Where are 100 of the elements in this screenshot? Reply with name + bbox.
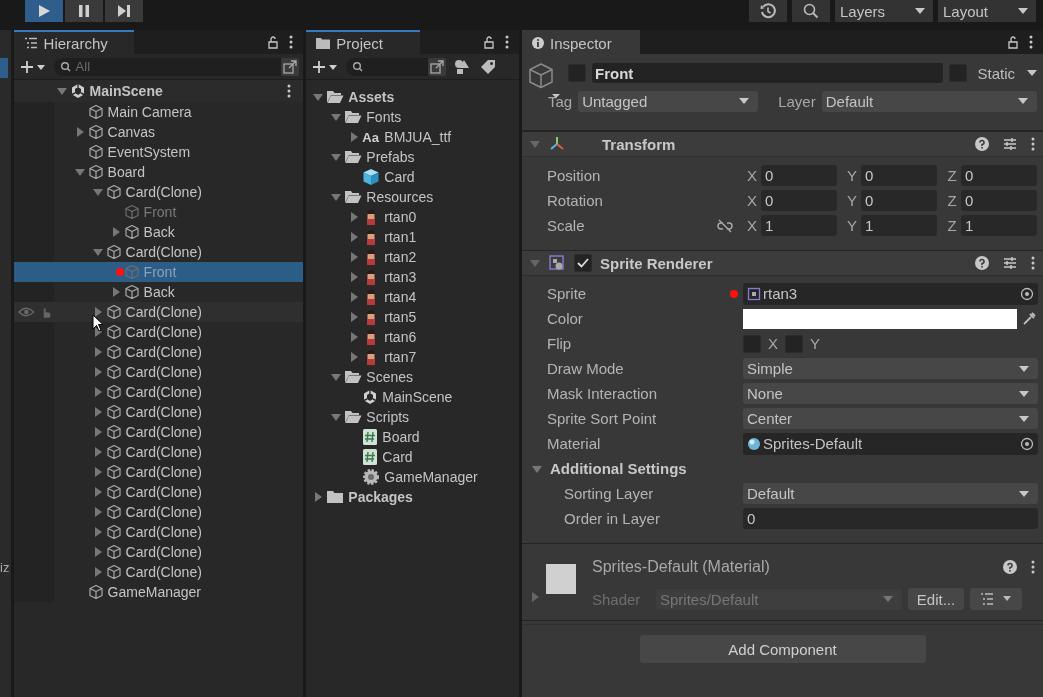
lock-icon[interactable]: [1007, 35, 1019, 49]
expanded-arrow-icon[interactable]: [532, 463, 542, 474]
more-menu-icon[interactable]: [1031, 560, 1035, 574]
object-picker-icon[interactable]: [1020, 286, 1034, 301]
hierarchy-item[interactable]: Card(Clone): [13, 502, 304, 522]
expanded-arrow-icon[interactable]: [331, 412, 342, 422]
unlinked-chain-icon[interactable]: [717, 218, 733, 233]
hierarchy-item[interactable]: Card(Clone): [13, 542, 304, 562]
lock-icon[interactable]: [483, 35, 495, 49]
number-field[interactable]: 0: [761, 165, 837, 186]
project-item[interactable]: rtan0: [306, 207, 519, 227]
section-title[interactable]: Additional Settings: [550, 460, 687, 477]
help-icon[interactable]: [1003, 560, 1017, 574]
project-item[interactable]: Aa BMJUA_ttf: [306, 127, 519, 147]
expanded-arrow-icon[interactable]: [56, 86, 67, 96]
hierarchy-item[interactable]: Card(Clone): [13, 482, 304, 502]
number-field[interactable]: 0: [743, 508, 1038, 529]
layout-dropdown[interactable]: Layout: [938, 0, 1036, 22]
number-field[interactable]: 0: [761, 190, 837, 211]
color-swatch[interactable]: [743, 308, 1017, 329]
hierarchy-item[interactable]: Card(Clone): [13, 242, 304, 262]
component-header[interactable]: Transform: [522, 131, 1043, 157]
expanded-arrow-icon[interactable]: [331, 112, 342, 122]
pause-button[interactable]: [65, 0, 103, 22]
project-item[interactable]: rtan7: [306, 347, 519, 367]
hierarchy-item[interactable]: Card(Clone): [13, 322, 304, 342]
expanded-arrow-icon[interactable]: [530, 139, 540, 149]
eyedropper-icon[interactable]: [1021, 310, 1037, 327]
hierarchy-item[interactable]: Card(Clone): [13, 342, 304, 362]
lock-icon[interactable]: [267, 35, 280, 49]
number-field[interactable]: 0: [861, 165, 937, 186]
hierarchy-item[interactable]: Card(Clone): [13, 462, 304, 482]
hierarchy-item[interactable]: Card(Clone): [13, 442, 304, 462]
caret-icon[interactable]: [1027, 70, 1037, 76]
hierarchy-item[interactable]: Main Camera: [13, 102, 304, 122]
project-item[interactable]: Card: [306, 167, 519, 187]
inspector-tab[interactable]: Inspector: [522, 30, 640, 54]
project-item[interactable]: rtan6: [306, 327, 519, 347]
more-menu-icon[interactable]: [505, 35, 509, 49]
number-field[interactable]: 1: [861, 215, 937, 236]
name-field[interactable]: Front: [592, 63, 944, 83]
hierarchy-item[interactable]: Card(Clone): [13, 302, 304, 322]
presets-icon[interactable]: [1003, 256, 1017, 270]
add-component-button[interactable]: Add Component: [639, 635, 926, 663]
project-item[interactable]: MainScene: [306, 387, 519, 407]
project-item[interactable]: rtan5: [306, 307, 519, 327]
dropdown[interactable]: None: [743, 383, 1038, 404]
expanded-arrow-icon[interactable]: [92, 187, 103, 197]
hierarchy-item[interactable]: Card(Clone): [13, 402, 304, 422]
more-menu-icon[interactable]: [287, 84, 292, 98]
more-menu-icon[interactable]: [1031, 256, 1035, 270]
project-item[interactable]: Board: [306, 427, 519, 447]
dropdown[interactable]: Simple: [743, 358, 1038, 379]
project-item[interactable]: Scripts: [306, 407, 519, 427]
expanded-arrow-icon[interactable]: [313, 92, 324, 102]
help-icon[interactable]: [975, 137, 989, 151]
hierarchy-tab[interactable]: Hierarchy: [13, 30, 134, 54]
project-item[interactable]: rtan2: [306, 247, 519, 267]
search-button[interactable]: [792, 0, 830, 22]
number-field[interactable]: 1: [961, 215, 1037, 236]
expanded-arrow-icon[interactable]: [92, 247, 103, 257]
object-field[interactable]: Sprites-Default: [743, 432, 1038, 455]
tag-dropdown[interactable]: Untagged: [578, 90, 759, 112]
hierarchy-item[interactable]: Back: [13, 222, 304, 242]
layers-dropdown[interactable]: Layers: [835, 0, 933, 22]
number-field[interactable]: 0: [961, 190, 1037, 211]
edit-button[interactable]: Edit...: [908, 588, 964, 610]
hierarchy-item[interactable]: Card(Clone): [13, 562, 304, 582]
expanded-arrow-icon[interactable]: [331, 152, 342, 162]
expanded-arrow-icon[interactable]: [331, 192, 342, 202]
more-menu-icon[interactable]: [289, 35, 294, 49]
hierarchy-item[interactable]: GameManager: [13, 582, 304, 602]
step-button[interactable]: [105, 0, 143, 22]
hierarchy-item[interactable]: Back: [13, 282, 304, 302]
project-item[interactable]: rtan4: [306, 287, 519, 307]
hierarchy-item[interactable]: Card(Clone): [13, 362, 304, 382]
presets-icon[interactable]: [1003, 137, 1017, 151]
project-item[interactable]: Assets: [306, 87, 519, 107]
object-field[interactable]: rtan3: [743, 282, 1038, 305]
search-field[interactable]: [346, 57, 447, 76]
project-item[interactable]: Resources: [306, 187, 519, 207]
component-header[interactable]: Sprite Renderer: [522, 250, 1043, 276]
project-item[interactable]: Card: [306, 447, 519, 467]
expand-icon[interactable]: [281, 57, 300, 76]
project-item[interactable]: Packages: [306, 487, 519, 507]
enabled-checkbox[interactable]: [574, 254, 592, 272]
hierarchy-item[interactable]: Card(Clone): [13, 382, 304, 402]
expanded-arrow-icon[interactable]: [331, 372, 342, 382]
hierarchy-item[interactable]: Card(Clone): [13, 422, 304, 442]
more-menu-icon[interactable]: [1029, 35, 1033, 49]
expanded-arrow-icon[interactable]: [530, 258, 540, 268]
dropdown[interactable]: Default: [743, 483, 1038, 504]
project-item[interactable]: Fonts: [306, 107, 519, 127]
number-field[interactable]: 0: [861, 190, 937, 211]
hierarchy-item[interactable]: EventSystem: [13, 142, 304, 162]
help-icon[interactable]: [975, 256, 989, 270]
project-item[interactable]: Scenes: [306, 367, 519, 387]
hierarchy-item[interactable]: Card(Clone): [13, 182, 304, 202]
dropdown[interactable]: Center: [743, 408, 1038, 429]
eye-icon[interactable]: [17, 306, 35, 318]
